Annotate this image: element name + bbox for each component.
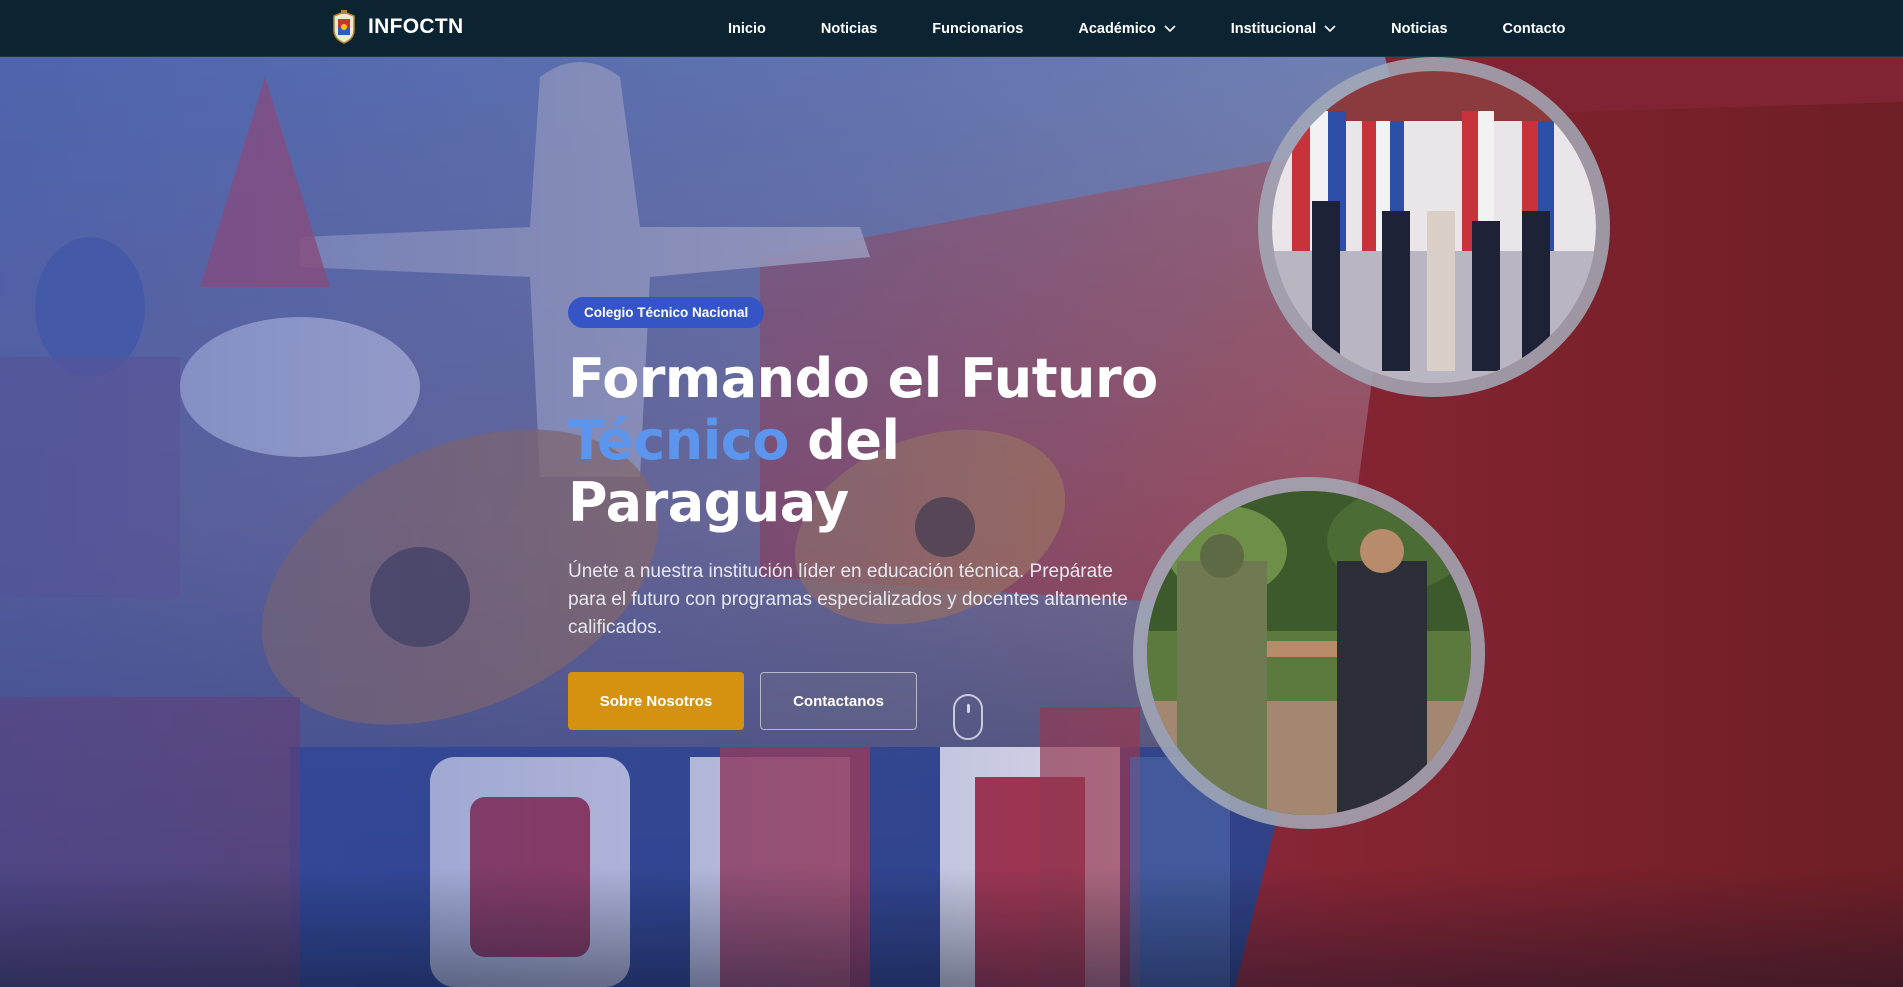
nav-item-contacto[interactable]: Contacto	[1503, 21, 1566, 37]
contact-us-button[interactable]: Contactanos	[760, 672, 917, 730]
hero-bottom-fade	[0, 867, 1903, 987]
hero-title-accent: Técnico	[568, 409, 789, 472]
brand-link[interactable]: INFOCTN	[330, 10, 463, 44]
ceremony-photo	[1272, 71, 1596, 383]
main-nav: Inicio Noticias Funcionarios Académico I…	[728, 0, 1565, 57]
hero-section: Colegio Técnico Nacional Formando el Fut…	[0, 57, 1903, 987]
photo-circle-ceremony	[1258, 57, 1610, 397]
hero-description: Únete a nuestra institución líder en edu…	[568, 561, 1128, 638]
school-badge: Colegio Técnico Nacional	[568, 297, 765, 328]
nav-item-noticias[interactable]: Noticias	[821, 21, 877, 37]
hero-title-line1: Formando el Futuro	[568, 347, 1158, 410]
nav-item-label: Inicio	[728, 20, 766, 37]
nav-item-label: Institucional	[1230, 20, 1317, 37]
nav-item-noticias-2[interactable]: Noticias	[1391, 21, 1447, 37]
scroll-dot	[967, 704, 970, 713]
hero-title: Formando el Futuro Técnico del Paraguay	[568, 348, 1188, 534]
chevron-down-icon	[1164, 24, 1176, 32]
nav-item-funcionarios[interactable]: Funcionarios	[932, 21, 1023, 37]
navbar: INFOCTN Inicio Noticias Funcionarios Aca…	[0, 0, 1903, 57]
about-us-button[interactable]: Sobre Nosotros	[568, 672, 744, 730]
nav-item-label: Noticias	[820, 20, 878, 37]
handshake-photo	[1147, 491, 1471, 815]
school-crest-icon	[333, 10, 355, 44]
hero-buttons: Sobre Nosotros Contactanos	[568, 672, 1188, 730]
hero-content: Colegio Técnico Nacional Formando el Fut…	[568, 297, 1188, 730]
nav-item-inicio[interactable]: Inicio	[728, 21, 766, 37]
nav-item-label: Noticias	[1391, 20, 1448, 37]
nav-item-label: Contacto	[1502, 20, 1566, 37]
scroll-down-indicator[interactable]	[953, 694, 983, 740]
nav-item-institucional[interactable]: Institucional	[1231, 21, 1336, 37]
chevron-down-icon	[1324, 24, 1336, 32]
nav-item-label: Académico	[1078, 20, 1156, 37]
nav-item-label: Funcionarios	[932, 20, 1024, 37]
brand-name: INFOCTN	[368, 15, 464, 38]
nav-item-academico[interactable]: Académico	[1078, 20, 1176, 37]
